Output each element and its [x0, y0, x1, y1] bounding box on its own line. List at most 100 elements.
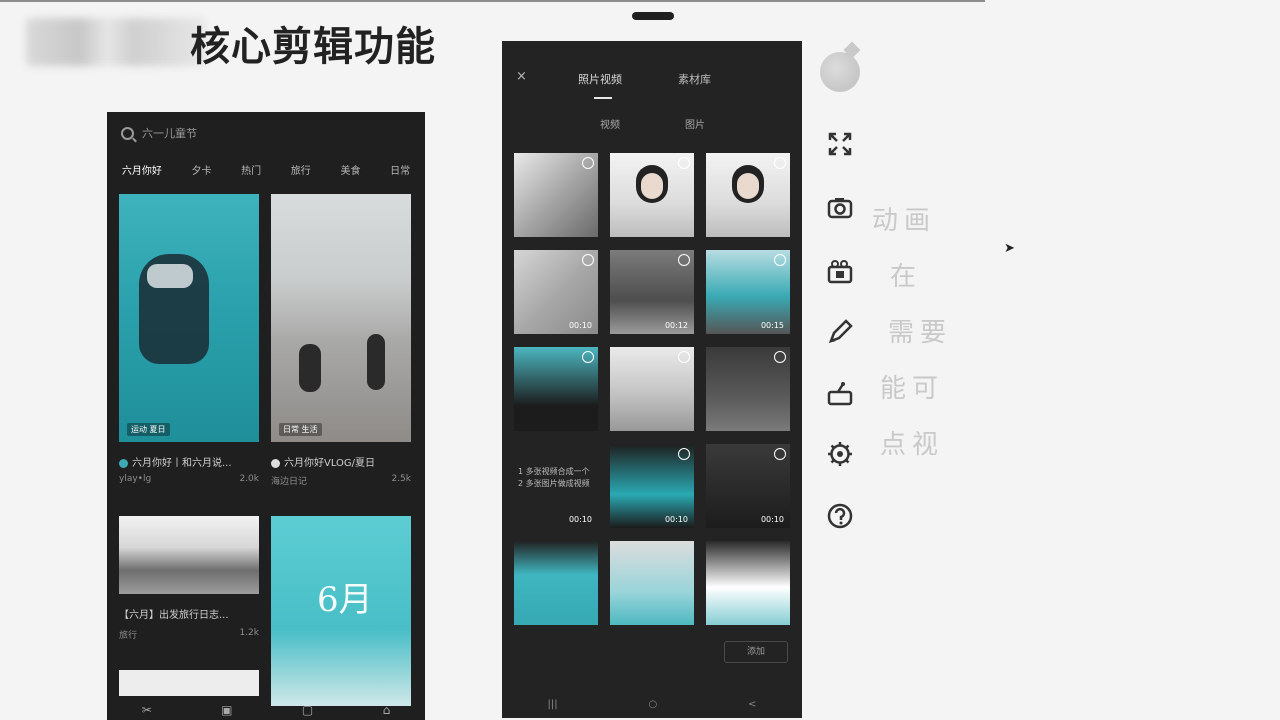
- top-divider: [0, 0, 985, 2]
- select-circle[interactable]: [678, 254, 690, 266]
- template-card[interactable]: [119, 516, 259, 594]
- nav-template-icon[interactable]: ▣: [221, 703, 232, 717]
- settings-icon[interactable]: [826, 440, 854, 468]
- media-thumb[interactable]: [706, 541, 790, 625]
- media-thumb[interactable]: 00:10: [610, 444, 694, 528]
- slide-text-line: 动画: [872, 206, 937, 236]
- text-thumb-content: 1 多张视频合成一个 2 多张图片做成视频: [518, 467, 590, 488]
- video-duration: 00:15: [760, 321, 784, 330]
- recent-apps-icon[interactable]: |||: [547, 699, 557, 710]
- media-thumb[interactable]: [706, 347, 790, 431]
- filter-image[interactable]: 图片: [685, 116, 705, 131]
- select-circle[interactable]: [774, 448, 786, 460]
- month-text: 6月: [317, 580, 373, 620]
- media-thumb[interactable]: [514, 153, 598, 237]
- select-circle[interactable]: [678, 448, 690, 460]
- drag-handle[interactable]: [632, 12, 674, 20]
- system-nav-bar: ||| ○ <: [502, 699, 802, 710]
- camera-icon[interactable]: [826, 194, 854, 222]
- media-thumb[interactable]: 00:12: [610, 250, 694, 334]
- diving-mask-image: [147, 264, 193, 288]
- select-circle[interactable]: [582, 157, 594, 169]
- mouse-cursor-icon: ➤: [1004, 241, 1015, 256]
- tab-material-library[interactable]: 素材库: [678, 71, 711, 87]
- slide-text-line: 点视: [880, 430, 945, 460]
- category-tabs: 六月你好 夕卡 热门 旅行 美食 日常: [107, 158, 425, 180]
- media-thumb[interactable]: [610, 541, 694, 625]
- video-duration: 00:10: [568, 321, 592, 330]
- tab-category[interactable]: 夕卡: [191, 162, 211, 177]
- media-thumb[interactable]: [610, 153, 694, 237]
- tab-photos-videos[interactable]: 照片视频: [578, 71, 622, 87]
- pen-icon[interactable]: [826, 318, 854, 346]
- video-duration: 00:10: [664, 515, 688, 524]
- add-button[interactable]: 添加: [724, 641, 788, 663]
- media-picker-phone: × 照片视频 素材库 视频 图片 00:10 00:12 00:15 1 多张视…: [502, 41, 802, 718]
- video-camera-icon[interactable]: [826, 258, 854, 286]
- tab-category[interactable]: 日常: [390, 162, 410, 177]
- template-card[interactable]: 日常 生活: [271, 194, 411, 442]
- select-circle[interactable]: [774, 157, 786, 169]
- video-duration: 00:12: [664, 321, 688, 330]
- slide-title: 核心剪辑功能: [190, 24, 436, 70]
- tab-category[interactable]: 美食: [340, 162, 360, 177]
- avatar[interactable]: [820, 52, 860, 92]
- card-meta: 旅行 1.2k: [119, 628, 259, 641]
- portrait-face: [737, 173, 759, 199]
- media-thumb[interactable]: [610, 347, 694, 431]
- slide-text-line: 在: [890, 262, 923, 292]
- nav-message-icon[interactable]: ▢: [302, 703, 313, 717]
- select-circle[interactable]: [678, 157, 690, 169]
- nav-profile-icon[interactable]: ⌂: [383, 703, 391, 717]
- media-thumb[interactable]: [514, 347, 598, 431]
- topic-icon: [119, 458, 128, 468]
- child-silhouette: [299, 344, 321, 392]
- back-icon[interactable]: <: [748, 699, 756, 710]
- expand-icon[interactable]: [826, 130, 854, 158]
- slide-text-line: 能可: [880, 374, 945, 404]
- home-icon[interactable]: ○: [648, 699, 657, 710]
- topic-icon: [271, 458, 280, 468]
- card-meta: 海边日记 2.5k: [271, 474, 411, 487]
- template-feed-phone: 六一儿童节 六月你好 夕卡 热门 旅行 美食 日常 运动 夏日 六月你好丨和六月…: [107, 112, 425, 720]
- media-thumb[interactable]: 00:15: [706, 250, 790, 334]
- portrait-face: [641, 173, 663, 199]
- tab-category[interactable]: 六月你好: [122, 162, 162, 177]
- presentation-toolbar: [818, 40, 878, 560]
- blurred-logo: [26, 18, 206, 66]
- search-icon: [121, 126, 134, 140]
- close-icon[interactable]: ×: [516, 69, 527, 84]
- bottom-nav: ✂ ▣ ▢ ⌂: [107, 700, 425, 720]
- video-duration: 00:10: [568, 515, 592, 524]
- search-placeholder: 六一儿童节: [142, 127, 197, 140]
- card-caption: 六月你好丨和六月说...: [119, 454, 259, 469]
- template-card[interactable]: [119, 670, 259, 696]
- template-card[interactable]: 6月: [271, 516, 411, 706]
- select-circle[interactable]: [582, 351, 594, 363]
- help-icon[interactable]: [826, 502, 854, 530]
- select-circle[interactable]: [678, 351, 690, 363]
- slide-text-line: 需要: [888, 318, 953, 348]
- tab-category[interactable]: 热门: [241, 162, 261, 177]
- tab-category[interactable]: 旅行: [291, 162, 311, 177]
- media-thumb[interactable]: 00:10: [706, 444, 790, 528]
- search-bar[interactable]: 六一儿童节: [121, 120, 381, 146]
- media-thumb[interactable]: 1 多张视频合成一个 2 多张图片做成视频 00:10: [514, 444, 598, 528]
- filter-video[interactable]: 视频: [600, 116, 620, 131]
- select-circle[interactable]: [582, 254, 594, 266]
- select-circle[interactable]: [774, 254, 786, 266]
- card-caption: 【六月】出发旅行日志...: [119, 610, 229, 621]
- video-duration: 00:10: [760, 515, 784, 524]
- media-thumb[interactable]: [514, 541, 598, 625]
- nav-edit-icon[interactable]: ✂: [142, 703, 152, 717]
- template-card[interactable]: 运动 夏日: [119, 194, 259, 442]
- child-silhouette: [367, 334, 385, 390]
- media-thumb[interactable]: 00:10: [514, 250, 598, 334]
- card-meta: ylay•lg 2.0k: [119, 474, 259, 484]
- card-caption: 六月你好VLOG/夏日: [271, 454, 411, 469]
- projector-icon[interactable]: [826, 380, 854, 408]
- card-badge: 运动 夏日: [127, 423, 170, 436]
- select-circle[interactable]: [774, 351, 786, 363]
- card-badge: 日常 生活: [279, 423, 322, 436]
- media-thumb[interactable]: [706, 153, 790, 237]
